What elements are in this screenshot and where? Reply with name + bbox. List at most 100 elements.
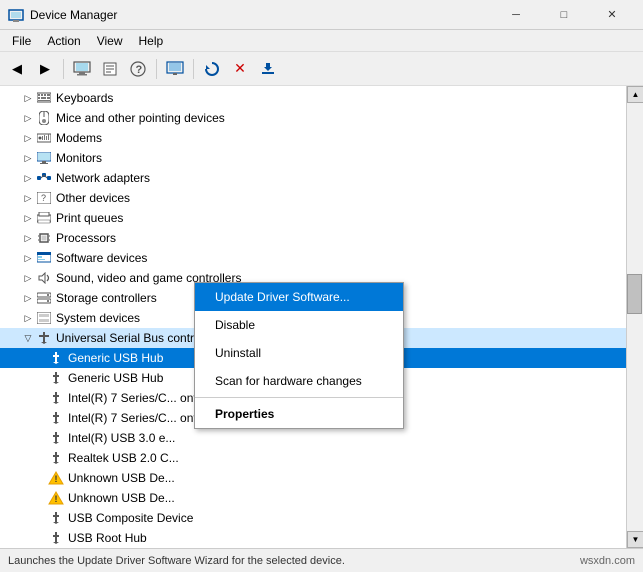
svg-text:!: ! [55,474,58,484]
label-keyboards: Keyboards [56,91,113,105]
tree-item-composite[interactable]: USB Composite Device [0,508,626,528]
toolbar-forward[interactable]: ▶ [32,56,58,82]
minimize-button[interactable]: ─ [493,0,539,30]
tree-item-roothub1[interactable]: USB Root Hub [0,528,626,548]
menu-file[interactable]: File [4,31,39,51]
icon-processors [36,230,52,246]
ctx-properties[interactable]: Properties [195,400,403,428]
tree-item-processors[interactable]: ▷ Processors [0,228,626,248]
tree-item-network[interactable]: ▷ Network adapters [0,168,626,188]
ctx-disable[interactable]: Disable [195,311,403,339]
toolbar-monitor[interactable] [162,56,188,82]
expand-software[interactable]: ▷ [20,250,36,266]
label-monitors: Monitors [56,151,102,165]
scrollbar[interactable]: ▲ ▼ [626,86,643,548]
scroll-track [627,103,643,531]
icon-print [36,210,52,226]
tree-item-unknown1[interactable]: ! Unknown USB De... [0,468,626,488]
label-generic1: Generic USB Hub [68,351,163,365]
tree-item-software[interactable]: ▷ Software devices [0,248,626,268]
expand-processors[interactable]: ▷ [20,230,36,246]
toolbar-download[interactable] [255,56,281,82]
label-network: Network adapters [56,171,150,185]
ctx-separator [195,397,403,398]
toolbar-scan[interactable] [199,56,225,82]
icon-generic1 [48,350,64,366]
tree-item-intel3[interactable]: Intel(R) USB 3.0 e... [0,428,626,448]
expand-usb[interactable]: ▽ [20,330,36,346]
toolbar: ◀ ▶ ? [0,52,643,86]
icon-generic2 [48,370,64,386]
status-right: wsxdn.com [580,555,635,567]
label-processors: Processors [56,231,116,245]
tree-item-mice[interactable]: ▷ Mice and other pointing devices [0,108,626,128]
ctx-uninstall[interactable]: Uninstall [195,339,403,367]
icon-network [36,170,52,186]
ctx-update[interactable]: Update Driver Software... [195,283,403,311]
label-unknown2: Unknown USB De... [68,491,175,505]
app-icon [8,7,24,23]
expand-modems[interactable]: ▷ [20,130,36,146]
tree-item-monitors[interactable]: ▷ Monitors [0,148,626,168]
label-realtek: Realtek USB 2.0 C... [68,451,179,465]
menu-view[interactable]: View [89,31,131,51]
expand-system[interactable]: ▷ [20,310,36,326]
tree-item-print[interactable]: ▷ Print queues [0,208,626,228]
svg-text:?: ? [41,193,46,203]
expand-mice[interactable]: ▷ [20,110,36,126]
icon-system [36,310,52,326]
expand-storage[interactable]: ▷ [20,290,36,306]
icon-intel1 [48,390,64,406]
icon-monitors [36,150,52,166]
menu-action[interactable]: Action [39,31,88,51]
toolbar-sep3 [193,59,194,79]
tree-item-modems[interactable]: ▷ Modems [0,128,626,148]
icon-intel3 [48,430,64,446]
tree-item-unknown2[interactable]: ! Unknown USB De... [0,488,626,508]
close-button[interactable]: ✕ [589,0,635,30]
toolbar-help[interactable]: ? [125,56,151,82]
icon-modems [36,130,52,146]
svg-text:!: ! [55,494,58,504]
toolbar-back[interactable]: ◀ [4,56,30,82]
label-mice: Mice and other pointing devices [56,111,225,125]
ctx-scan[interactable]: Scan for hardware changes [195,367,403,395]
icon-storage [36,290,52,306]
scroll-down[interactable]: ▼ [627,531,643,548]
label-print: Print queues [56,211,123,225]
menu-help[interactable]: Help [131,31,172,51]
maximize-button[interactable]: □ [541,0,587,30]
status-bar: Launches the Update Driver Software Wiza… [0,548,643,572]
tree-item-keyboards[interactable]: ▷ Keyboards [0,88,626,108]
icon-mice [36,110,52,126]
label-system: System devices [56,311,140,325]
expand-other[interactable]: ▷ [20,190,36,206]
label-composite: USB Composite Device [68,511,193,525]
toolbar-computer[interactable] [69,56,95,82]
expand-network[interactable]: ▷ [20,170,36,186]
expand-keyboards[interactable]: ▷ [20,90,36,106]
context-menu: Update Driver Software... Disable Uninst… [194,282,404,429]
label-other: Other devices [56,191,130,205]
title-bar: Device Manager ─ □ ✕ [0,0,643,30]
scroll-up[interactable]: ▲ [627,86,643,103]
scroll-thumb[interactable] [627,274,642,314]
svg-text:?: ? [136,64,143,76]
expand-monitors[interactable]: ▷ [20,150,36,166]
icon-sound [36,270,52,286]
toolbar-sep1 [63,59,64,79]
tree-item-realtek[interactable]: Realtek USB 2.0 C... [0,448,626,468]
icon-intel2 [48,410,64,426]
expand-sound[interactable]: ▷ [20,270,36,286]
icon-other: ? [36,190,52,206]
icon-usb-root [36,330,52,346]
tree-item-other[interactable]: ▷ ? Other devices [0,188,626,208]
toolbar-remove[interactable]: ✕ [227,56,253,82]
expand-print[interactable]: ▷ [20,210,36,226]
icon-software [36,250,52,266]
icon-realtek [48,450,64,466]
window-controls: ─ □ ✕ [493,0,635,30]
icon-keyboards [36,90,52,106]
label-intel3: Intel(R) USB 3.0 e... [68,431,175,445]
toolbar-properties[interactable] [97,56,123,82]
